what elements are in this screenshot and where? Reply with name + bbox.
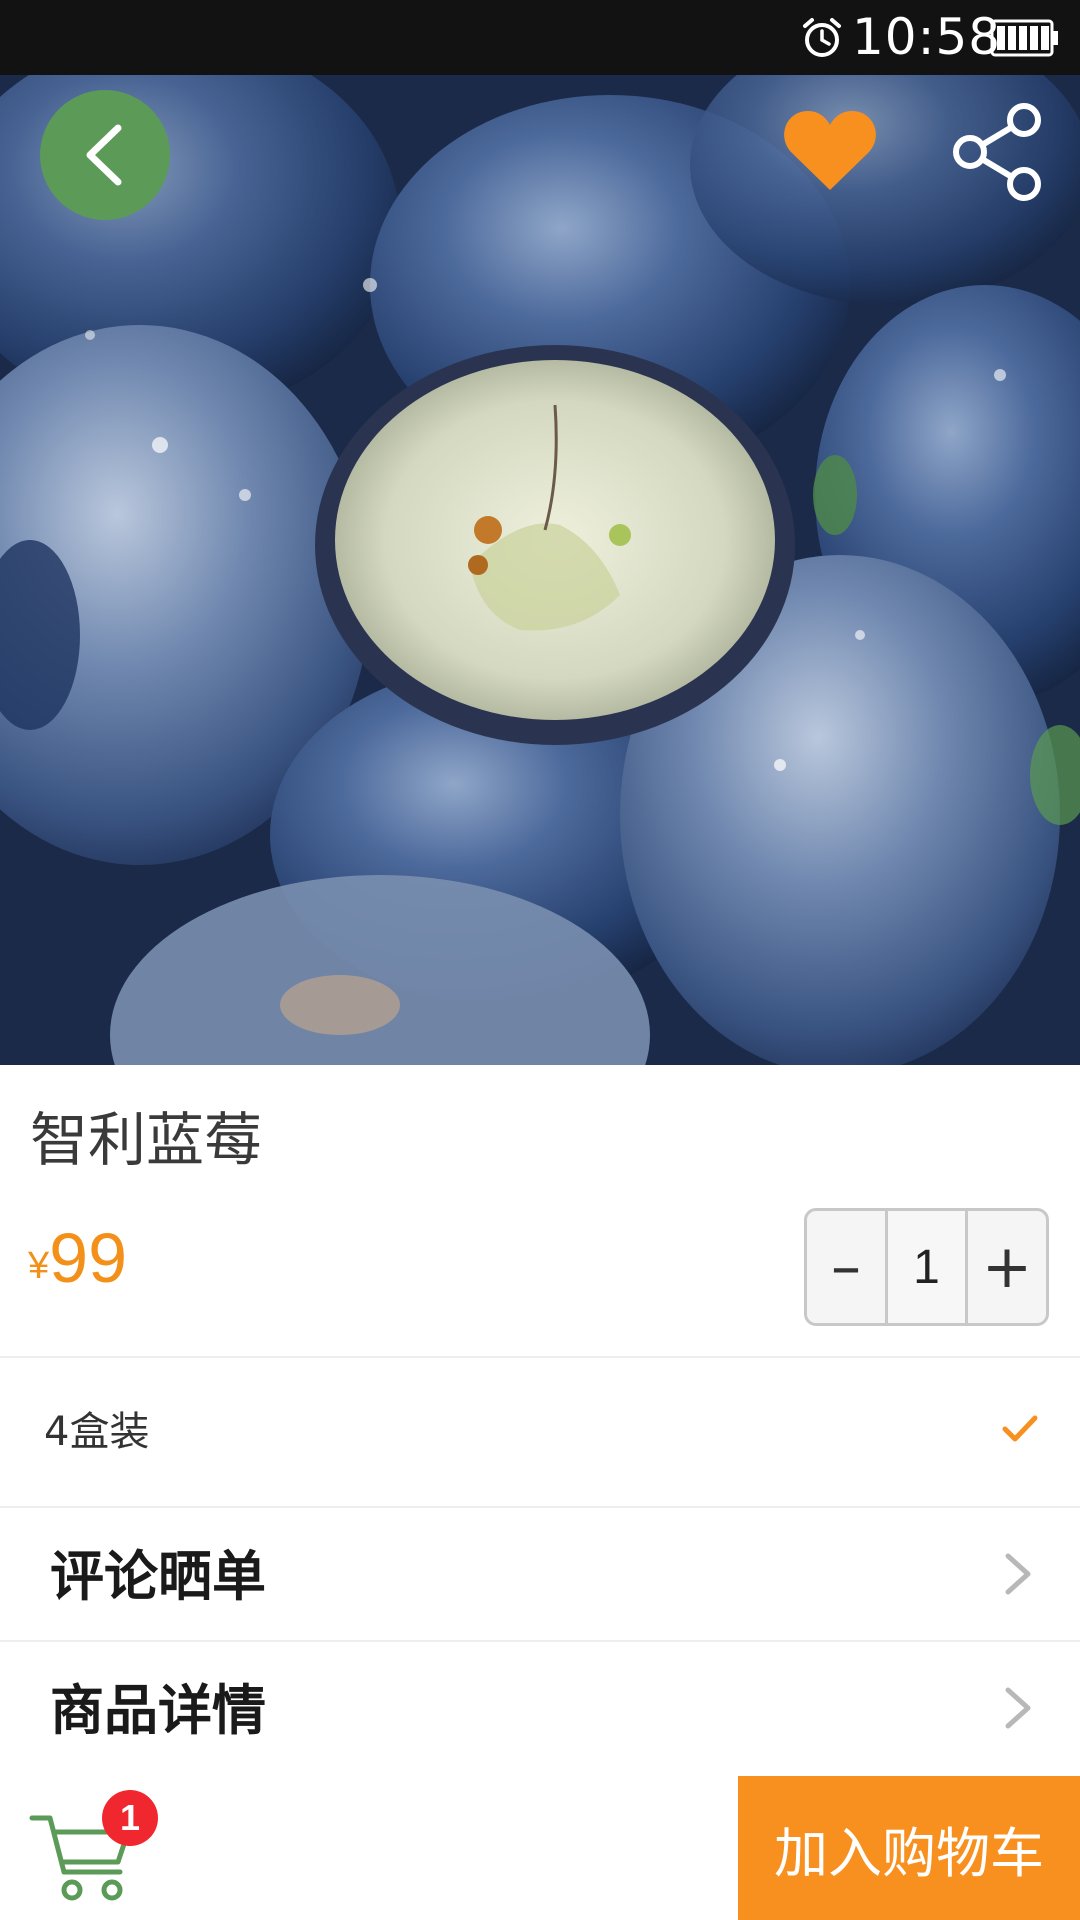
decrease-button[interactable]: – — [807, 1211, 885, 1323]
quantity-value[interactable]: 1 — [885, 1211, 968, 1323]
cart-count-badge: 1 — [102, 1790, 158, 1846]
spec-option[interactable]: 4盒装 — [0, 1358, 1080, 1506]
increase-button[interactable]: + — [968, 1211, 1046, 1323]
product-price: ¥99 — [28, 1218, 127, 1298]
add-to-cart-button[interactable]: 加入购物车 — [738, 1776, 1080, 1920]
product-title: 智利蓝莓 — [30, 1106, 263, 1174]
battery-icon — [990, 19, 1058, 57]
reviews-row[interactable]: 评论晒单 — [0, 1506, 1080, 1638]
heart-icon[interactable] — [780, 105, 880, 195]
share-icon[interactable] — [950, 100, 1045, 205]
quantity-stepper: – 1 + — [804, 1208, 1049, 1326]
product-details-label: 商品详情 — [50, 1679, 266, 1742]
product-image — [0, 75, 1080, 1065]
spec-option-label: 4盒装 — [44, 1409, 150, 1455]
chevron-right-icon — [1005, 1687, 1031, 1729]
chevron-right-icon — [1005, 1553, 1031, 1595]
reviews-label: 评论晒单 — [50, 1545, 266, 1608]
alarm-icon — [803, 18, 841, 57]
status-time: 10:58 — [852, 8, 1002, 66]
price-amount: 99 — [49, 1219, 128, 1297]
product-details-row[interactable]: 商品详情 — [0, 1640, 1080, 1772]
check-icon — [1002, 1415, 1038, 1442]
back-button[interactable] — [40, 90, 170, 220]
price-currency: ¥ — [28, 1245, 50, 1287]
chevron-left-icon — [86, 124, 122, 186]
status-bar: 10:58 — [0, 0, 1080, 75]
blueberries-image — [0, 75, 1080, 1065]
